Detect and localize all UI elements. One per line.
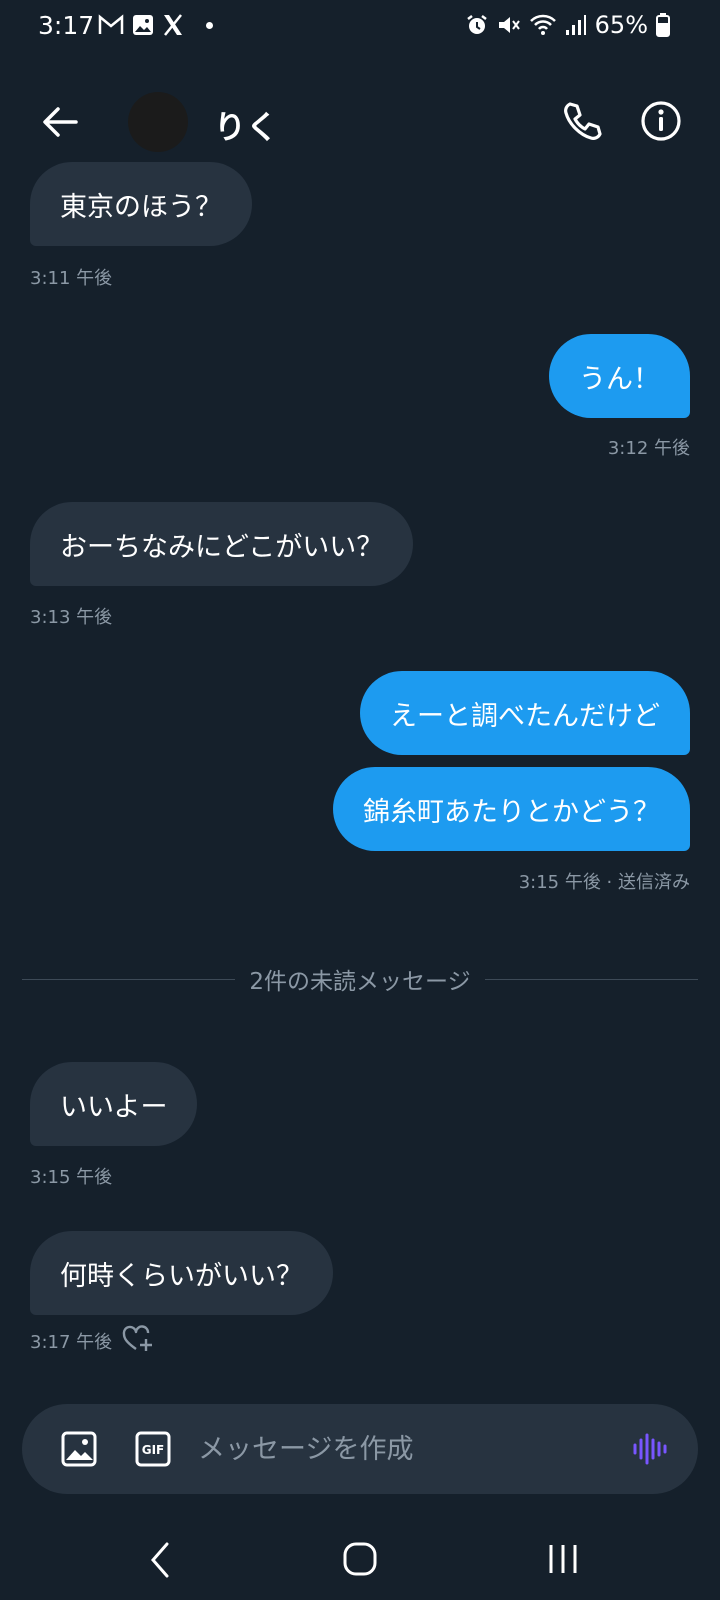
message-timestamp: 3:17 午後 [30,1332,113,1353]
gallery-icon [133,15,153,35]
status-time: 3:17 [38,11,95,40]
notification-dot [206,21,213,29]
message-composer: GIF [22,1404,698,1494]
wifi-icon [529,14,556,35]
conversation-header: りく [0,82,720,162]
message-bubble-outgoing[interactable]: えーと調べたんだけど [360,671,690,755]
back-arrow-icon[interactable] [38,100,82,144]
status-bar: 3:17 65% [0,0,720,52]
message-timestamp: 3:13 午後 [30,607,113,628]
mute-icon [498,17,520,33]
info-icon[interactable] [638,98,684,144]
message-bubble-incoming[interactable]: 何時くらいがいい？ [30,1231,333,1315]
gif-label: GIF [142,1443,165,1457]
avatar[interactable] [128,92,188,152]
message-timestamp: 3:12 午後 [607,438,690,459]
signal-icon [565,15,586,35]
message-bubble-outgoing[interactable]: うん！ [549,334,690,418]
contact-name[interactable]: りく [214,102,278,148]
x-icon [164,14,182,36]
image-icon[interactable] [60,1430,98,1468]
voice-message-icon[interactable] [632,1431,668,1467]
message-timestamp: 3:15 午後 [30,1167,113,1188]
nav-home-icon[interactable] [343,1542,377,1576]
alarm-icon [466,15,487,34]
unread-divider: 2件の未読メッセージ [22,962,698,996]
nav-recents-icon[interactable] [545,1542,581,1576]
nav-back-icon[interactable] [145,1540,175,1580]
system-nav-bar [0,1520,720,1600]
message-bubble-incoming[interactable]: いいよー [30,1062,198,1146]
add-reaction-icon[interactable] [122,1323,154,1353]
message-bubble-incoming[interactable]: 東京のほう？ [30,162,252,246]
gif-icon[interactable]: GIF [134,1430,172,1468]
battery-percent: 65% [594,11,648,39]
divider-line [484,978,698,980]
message-bubble-incoming[interactable]: おーちなみにどこがいい？ [30,502,414,586]
message-input[interactable] [198,1424,598,1474]
message-timestamp: 3:11 午後 [30,268,113,289]
phone-icon[interactable] [560,98,606,144]
divider-line [22,978,236,980]
message-timestamp: 3:15 午後 · 送信済み [518,872,690,893]
message-bubble-outgoing[interactable]: 錦糸町あたりとかどう？ [333,767,690,851]
unread-divider-label: 2件の未読メッセージ [249,969,471,995]
battery-icon [656,13,670,37]
gmail-icon [98,14,124,34]
